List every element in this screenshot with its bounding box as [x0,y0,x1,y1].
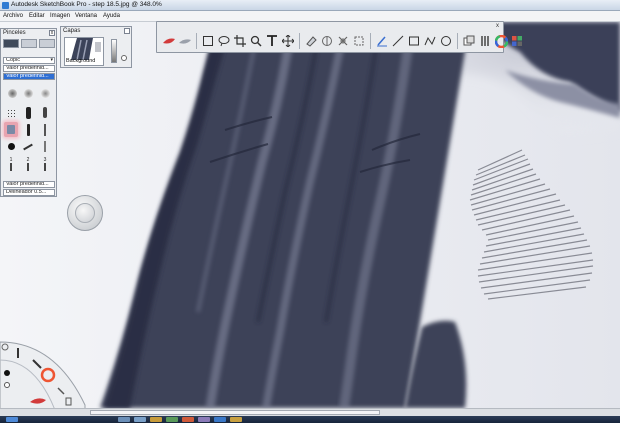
brush-dots-icon[interactable] [4,105,18,120]
taskbar-app-icon[interactable] [182,417,194,422]
layer-thumbnail-art [71,38,101,61]
taskbar-app-icon[interactable] [230,417,242,422]
brush-copic-wide-icon[interactable] [21,105,35,120]
layers-palette-close-button[interactable] [124,28,130,34]
preset-dropdown-4[interactable]: Delineador 0.5... [3,189,55,196]
brush-selected-marker-icon[interactable] [4,122,18,137]
text-icon[interactable] [264,33,280,49]
brush-marker-icon[interactable] [38,105,52,120]
window-title: Autodesk SketchBook Pro - step 18.5.jpg … [11,1,162,8]
color-wheel-icon[interactable] [493,33,509,49]
layer-opacity-icon[interactable] [111,39,117,63]
os-taskbar [0,416,620,423]
preset-4-label: Delineador 0.5... [6,189,47,195]
layers-palette: Capas Background [60,26,132,68]
brush-tab-custom[interactable] [21,39,37,48]
line-icon[interactable] [390,33,406,49]
hard-brush-icon[interactable] [41,88,51,98]
airbrush-brush-icon[interactable] [7,88,17,98]
smudge-icon[interactable] [177,33,193,49]
taskbar-app-icon[interactable] [118,417,130,422]
tool-row [161,32,525,50]
transform-icon[interactable] [351,33,367,49]
menu-ventana[interactable]: Ventana [75,13,97,19]
chevron-down-icon: ▾ [50,57,53,63]
brush-round-tip-icon[interactable] [4,139,18,154]
toolbar-divider [370,33,371,49]
preset-3-label: Valor predefinid... [6,181,49,187]
brush-size-1-icon[interactable]: 1 [4,156,18,171]
brush-fine-marker-icon[interactable] [21,122,35,137]
rectangle-icon[interactable] [406,33,422,49]
move-icon[interactable] [280,33,296,49]
eraser-icon[interactable] [303,33,319,49]
preset-1-label: Valor predefinid... [6,65,49,71]
layer-controls [107,37,129,66]
brush-grid: 1 2 3 [4,105,54,173]
brush-palette-icon[interactable] [477,33,493,49]
layer-name: Background [66,58,96,64]
zoom-icon[interactable] [248,33,264,49]
lagoon-menu[interactable] [0,330,90,411]
brush-pen-icon[interactable] [38,122,52,137]
menu-archivo[interactable]: Archivo [3,13,23,19]
lagoon-white-swatch[interactable] [4,382,10,388]
brush-pencil-icon[interactable] [38,139,52,154]
layers-palette-title: Capas [63,28,81,34]
preset-dropdown-2[interactable]: Valor predefinid... [3,73,55,80]
brush-tab-standard[interactable] [3,39,19,48]
brush-liner-icon[interactable] [21,139,35,154]
brush-palette-title: Pinceles [3,30,26,36]
app-icon [2,2,9,9]
preset-dropdown-3[interactable]: Valor predefinid... [3,181,55,188]
main-toolbar: x [156,21,522,53]
copic-icon[interactable] [509,33,525,49]
symmetry-icon[interactable] [319,33,335,49]
brush-color-icon[interactable] [161,33,177,49]
toolbar-divider [457,33,458,49]
horizontal-scrollbar[interactable] [0,408,620,416]
brush-size-2-icon[interactable]: 2 [21,156,35,171]
taskbar-app-icon[interactable] [198,417,210,422]
brush-row-top [4,83,54,103]
preset-2-label: Valor predefinid... [6,73,49,79]
brush-puck-center[interactable] [75,203,95,223]
title-bar: Autodesk SketchBook Pro - step 18.5.jpg … [0,0,620,11]
taskbar-app-icon[interactable] [134,417,146,422]
brush-palette-tabs [3,39,55,48]
ellipse-icon[interactable] [438,33,454,49]
soft-brush-icon[interactable] [24,88,34,98]
layers-toggle-icon[interactable] [461,33,477,49]
brush-set-label: Copic [6,57,21,63]
layer-thumbnail[interactable]: Background [64,37,104,66]
lagoon-art [0,341,86,411]
lasso-icon[interactable] [216,33,232,49]
scrollbar-thumb[interactable] [90,410,380,415]
polyline-icon[interactable] [422,33,438,49]
pen-icon[interactable] [374,33,390,49]
layer-visibility-icon[interactable] [121,55,127,61]
taskbar-app-icon[interactable] [166,417,178,422]
toolbar-divider [196,33,197,49]
menu-imagen[interactable]: Imagen [50,13,70,19]
crop-icon[interactable] [232,33,248,49]
menu-editar[interactable]: Editar [29,13,45,19]
brush-puck[interactable] [67,195,103,231]
preset-dropdown-1[interactable]: Valor predefinid... [3,65,55,72]
menu-ayuda[interactable]: Ayuda [103,13,120,19]
brush-palette-close-button[interactable]: x [49,30,55,36]
brush-set-dropdown[interactable]: Copic ▾ [3,57,55,64]
lagoon-color-swatch[interactable] [4,370,10,376]
start-button[interactable] [6,417,18,422]
taskbar-app-icon[interactable] [214,417,226,422]
distort-icon[interactable] [335,33,351,49]
toolbar-close-icon[interactable]: x [496,23,499,29]
taskbar-app-icon[interactable] [150,417,162,422]
brush-size-3-icon[interactable]: 3 [38,156,52,171]
brush-tab-menu[interactable] [39,39,55,48]
brush-palette: Pinceles x Copic ▾ Valor predefinid... V… [0,28,57,197]
toolbar-divider [299,33,300,49]
rect-select-icon[interactable] [200,33,216,49]
